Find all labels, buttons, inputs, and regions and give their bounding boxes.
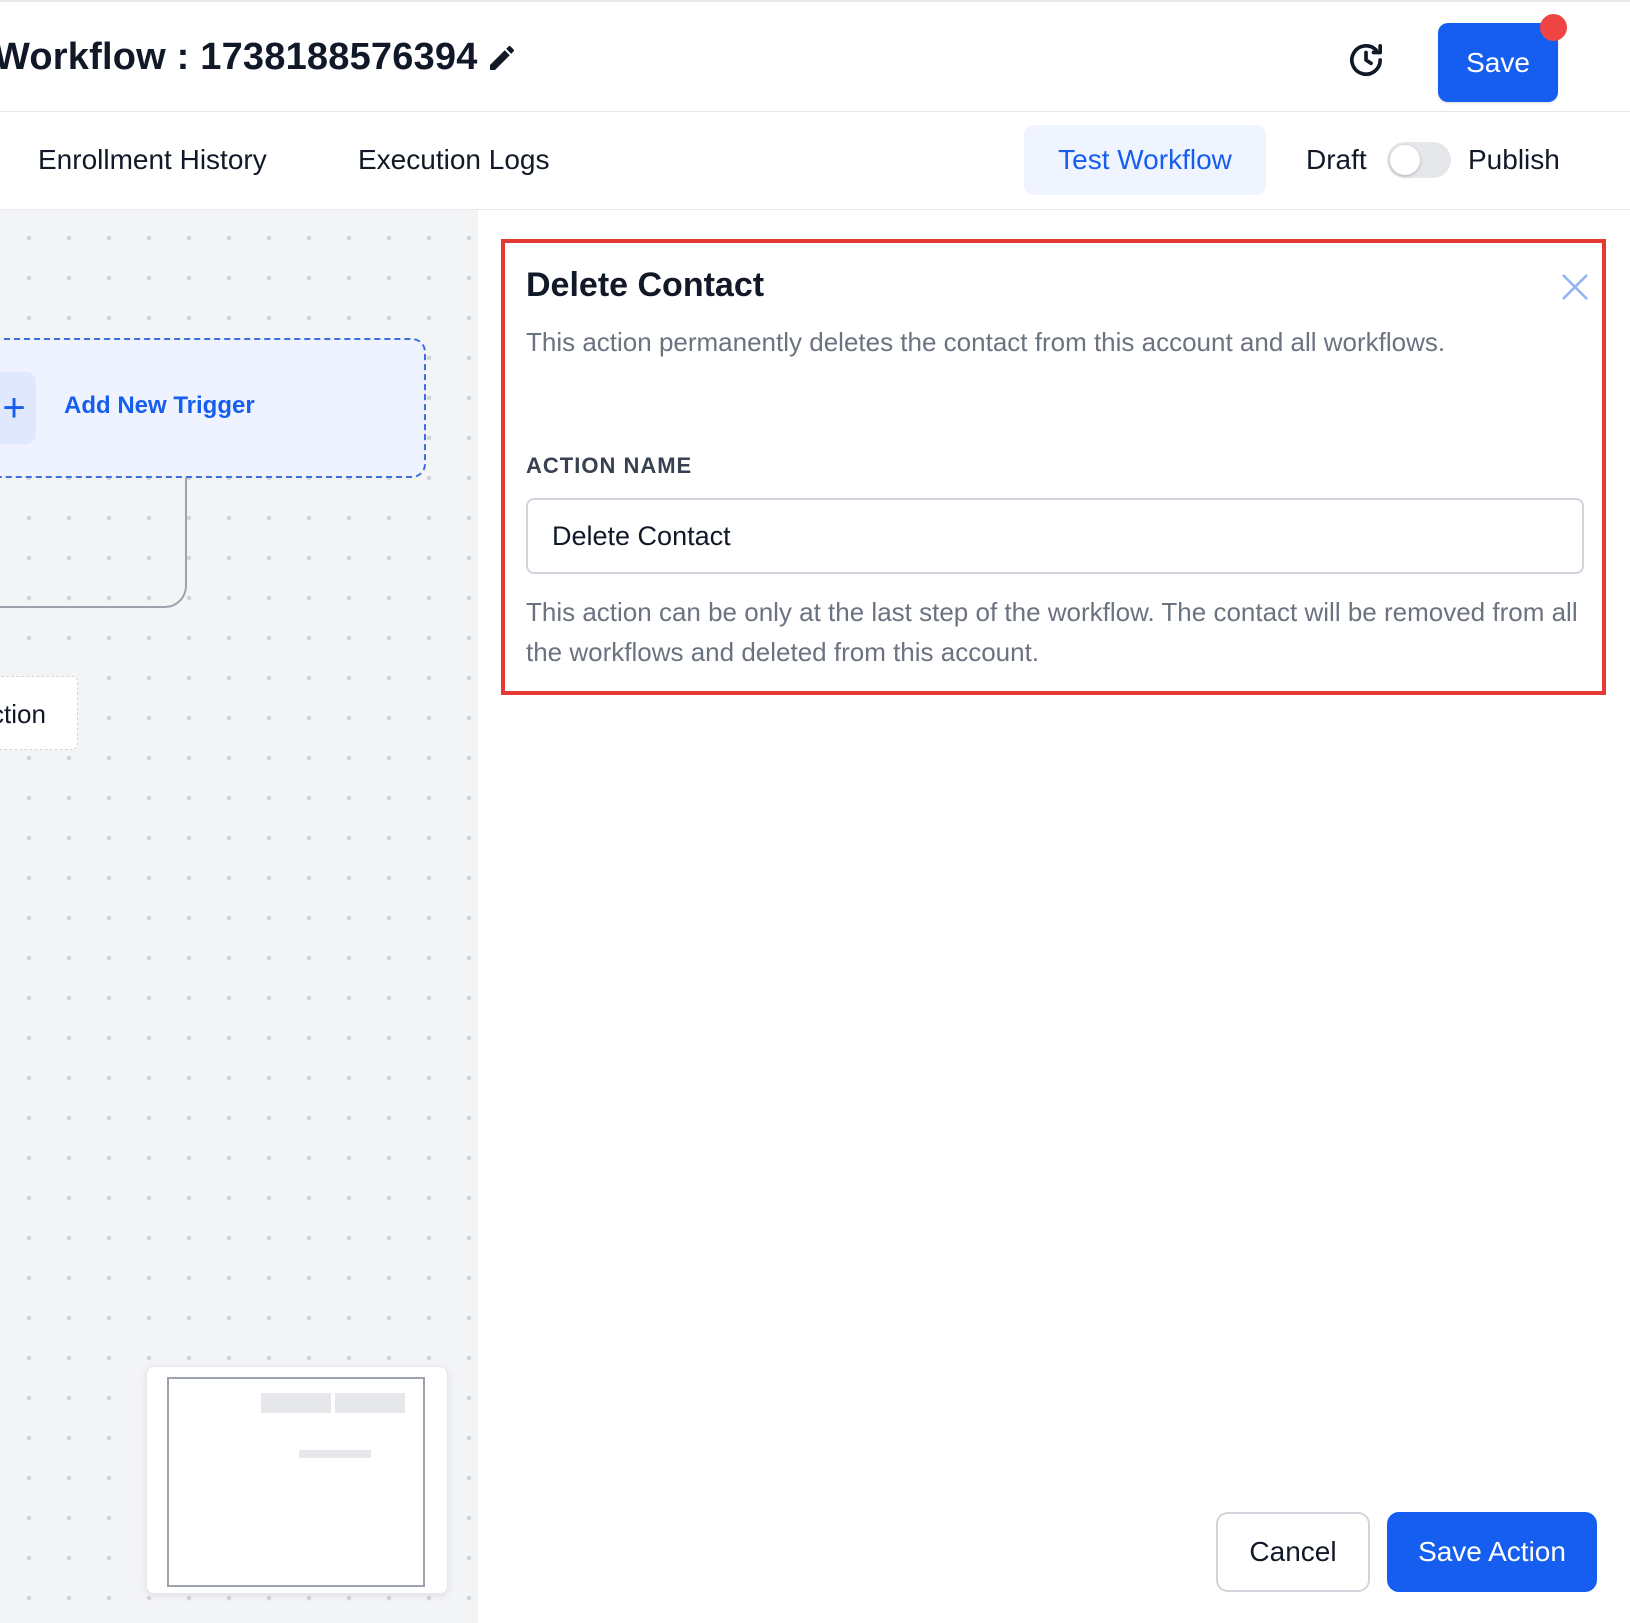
minimap-node bbox=[261, 1393, 331, 1413]
workflow-title: Workflow : 1738188576394 bbox=[0, 36, 478, 78]
tab-execution-logs[interactable]: Execution Logs bbox=[358, 144, 549, 176]
action-help-text: This action can be only at the last step… bbox=[526, 597, 1578, 667]
save-action-button[interactable]: Save Action bbox=[1387, 1512, 1597, 1592]
minimap-node bbox=[299, 1450, 371, 1458]
canvas-minimap[interactable] bbox=[146, 1366, 448, 1594]
minimap-node bbox=[335, 1393, 405, 1413]
history-clock-icon[interactable] bbox=[1346, 40, 1386, 80]
action-name-label: ACTION NAME bbox=[526, 453, 693, 478]
publish-label: Publish bbox=[1468, 144, 1560, 175]
unsaved-indicator-badge bbox=[1540, 14, 1567, 41]
node-connector-line bbox=[0, 478, 187, 608]
action-config-panel: Delete Contact This action permanently d… bbox=[478, 210, 1630, 1623]
close-icon[interactable] bbox=[1558, 270, 1592, 304]
workflow-header: Workflow : 1738188576394 Save bbox=[0, 0, 1630, 112]
plus-icon: + bbox=[0, 372, 36, 444]
save-button[interactable]: Save bbox=[1438, 23, 1558, 102]
panel-description: This action permanently deletes the cont… bbox=[526, 327, 1446, 357]
cancel-button[interactable]: Cancel bbox=[1216, 1512, 1370, 1592]
workflow-subheader: Enrollment History Execution Logs Test W… bbox=[0, 112, 1630, 210]
test-workflow-button[interactable]: Test Workflow bbox=[1024, 125, 1266, 195]
tab-enrollment-history[interactable]: Enrollment History bbox=[38, 144, 267, 176]
action-node[interactable]: ction bbox=[0, 676, 78, 750]
toggle-knob bbox=[1390, 145, 1420, 175]
pencil-icon[interactable] bbox=[486, 42, 518, 74]
workflow-canvas[interactable]: + Add New Trigger ction bbox=[0, 210, 478, 1623]
action-name-input[interactable] bbox=[526, 498, 1584, 574]
panel-title: Delete Contact bbox=[526, 266, 765, 304]
publish-toggle[interactable] bbox=[1387, 142, 1451, 178]
add-trigger-label: Add New Trigger bbox=[64, 392, 255, 419]
action-node-label: ction bbox=[0, 699, 46, 729]
draft-label: Draft bbox=[1306, 144, 1367, 175]
add-new-trigger-node[interactable]: + Add New Trigger bbox=[0, 338, 426, 478]
